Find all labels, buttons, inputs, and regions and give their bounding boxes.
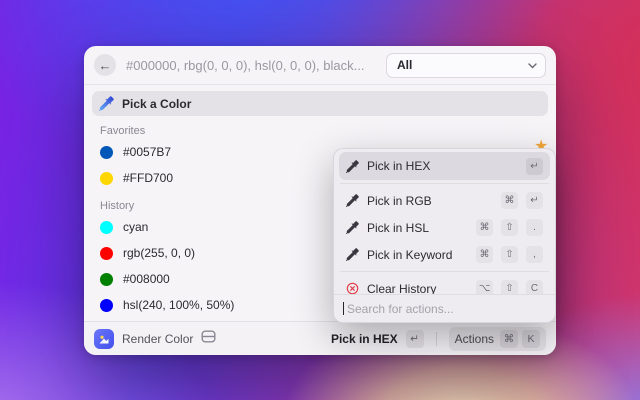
color-swatch bbox=[100, 221, 113, 234]
color-item-label: #FFD700 bbox=[123, 171, 173, 185]
eyedropper-icon bbox=[346, 248, 359, 261]
command-search-input[interactable]: #000000, rbg(0, 0, 0), hsl(0, 0, 0), bla… bbox=[126, 58, 376, 73]
color-item-label: #008000 bbox=[123, 272, 170, 286]
status-bar: Render Color Pick in HEX ↵ Actions ⌘K bbox=[84, 321, 556, 355]
action-item[interactable]: Clear History ⌥ ⇧ C bbox=[339, 275, 550, 295]
eyedropper-icon bbox=[99, 96, 114, 111]
actions-search-placeholder: Search for actions... bbox=[347, 302, 454, 316]
key-badge: ↵ bbox=[526, 158, 543, 175]
eyedropper-icon bbox=[346, 221, 359, 234]
render-color-app-icon bbox=[94, 329, 114, 349]
color-swatch bbox=[100, 247, 113, 260]
color-swatch bbox=[100, 299, 113, 312]
key-badge: ⌘ bbox=[476, 219, 493, 236]
color-swatch bbox=[100, 172, 113, 185]
window-panel-icon[interactable] bbox=[201, 330, 216, 348]
pick-a-color-label: Pick a Color bbox=[122, 97, 191, 111]
key-badge: , bbox=[526, 246, 543, 263]
key-badge: K bbox=[522, 330, 540, 348]
action-item[interactable]: Pick in Keyword ⌘ ⇧, bbox=[339, 241, 550, 268]
footer-divider bbox=[436, 332, 437, 346]
popup-divider bbox=[340, 183, 549, 184]
actions-button[interactable]: Actions ⌘K bbox=[449, 327, 546, 351]
eyedropper-icon bbox=[346, 160, 359, 173]
actions-search-input[interactable]: Search for actions... bbox=[334, 294, 555, 322]
color-item-label: hsl(240, 100%, 50%) bbox=[123, 298, 234, 312]
color-swatch bbox=[100, 146, 113, 159]
back-button[interactable]: ← bbox=[94, 54, 116, 76]
color-item-label: cyan bbox=[123, 220, 148, 234]
actions-popup-list: Pick in HEX↵Pick in RGB⌘↵Pick in HSL⌘⇧.P… bbox=[334, 149, 555, 295]
action-item-label: Clear History bbox=[367, 282, 436, 296]
window-header: ← #000000, rbg(0, 0, 0), hsl(0, 0, 0), b… bbox=[84, 46, 556, 85]
action-item-label: Pick in HSL bbox=[367, 221, 429, 235]
filter-dropdown[interactable]: All bbox=[386, 53, 546, 78]
pick-a-color-row[interactable]: Pick a Color bbox=[92, 91, 548, 116]
key-badge: ⌥ bbox=[476, 280, 493, 295]
primary-action-label[interactable]: Pick in HEX bbox=[331, 332, 398, 346]
return-key-badge: ↵ bbox=[406, 330, 424, 348]
key-badge: ⇧ bbox=[501, 246, 518, 263]
color-swatch bbox=[100, 273, 113, 286]
color-picker-window: ← #000000, rbg(0, 0, 0), hsl(0, 0, 0), b… bbox=[84, 46, 556, 355]
eyedropper-icon bbox=[346, 194, 359, 207]
key-badge: . bbox=[526, 219, 543, 236]
desktop-background: ← #000000, rbg(0, 0, 0), hsl(0, 0, 0), b… bbox=[0, 0, 640, 400]
key-badge: C bbox=[526, 280, 543, 295]
app-name-label: Render Color bbox=[122, 332, 193, 346]
action-item-label: Pick in RGB bbox=[367, 194, 432, 208]
chevron-down-icon bbox=[528, 58, 537, 72]
key-badge: ⌘ bbox=[501, 192, 518, 209]
text-caret bbox=[343, 302, 344, 315]
key-badge: ⇧ bbox=[501, 219, 518, 236]
key-badge: ⌘ bbox=[476, 246, 493, 263]
color-item-label: rgb(255, 0, 0) bbox=[123, 246, 195, 260]
action-item[interactable]: Pick in HEX ↵ bbox=[339, 152, 550, 180]
action-item[interactable]: Pick in RGB ⌘ ↵ bbox=[339, 187, 550, 214]
action-item-label: Pick in Keyword bbox=[367, 248, 452, 262]
key-badge: ↵ bbox=[526, 192, 543, 209]
actions-label: Actions bbox=[455, 332, 494, 346]
actions-popup: Pick in HEX↵Pick in RGB⌘↵Pick in HSL⌘⇧.P… bbox=[333, 148, 556, 323]
action-item[interactable]: Pick in HSL ⌘ ⇧. bbox=[339, 214, 550, 241]
color-item-label: #0057B7 bbox=[123, 145, 171, 159]
key-badge: ⌘ bbox=[500, 330, 518, 348]
popup-divider bbox=[340, 271, 549, 272]
key-badge: ⇧ bbox=[501, 280, 518, 295]
section-title: Favorites bbox=[100, 125, 556, 137]
filter-dropdown-value: All bbox=[397, 58, 412, 72]
action-item-label: Pick in HEX bbox=[367, 159, 430, 173]
